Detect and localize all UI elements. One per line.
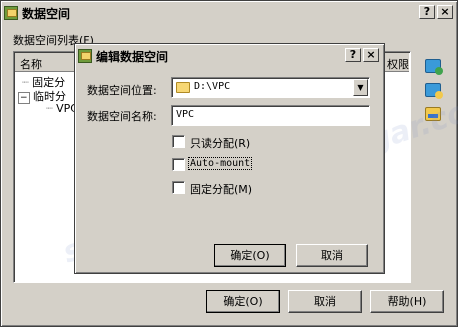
dialog-titlebar: 编辑数据空间 ? × bbox=[78, 47, 381, 65]
dialog-close-button[interactable]: × bbox=[363, 48, 379, 62]
remove-space-icon[interactable] bbox=[425, 107, 441, 121]
dialog-cancel-button[interactable]: 取消 bbox=[296, 244, 368, 267]
dialog-help-button[interactable]: ? bbox=[345, 48, 361, 62]
add-space-icon[interactable] bbox=[425, 59, 443, 75]
edit-dialog: 编辑数据空间 ? × 数据空间位置: D:\VPC ▼ 数据空间名称: VPC … bbox=[74, 43, 385, 274]
dialog-ok-button[interactable]: 确定(O) bbox=[214, 244, 286, 267]
edit-space-icon[interactable] bbox=[425, 83, 443, 99]
name-input[interactable]: VPC bbox=[171, 105, 370, 126]
dialog-title: 编辑数据空间 bbox=[96, 49, 169, 64]
fixed-checkbox[interactable] bbox=[172, 181, 185, 194]
main-help-button[interactable]: 帮助(H) bbox=[370, 290, 444, 313]
main-title: 数据空间 bbox=[22, 6, 71, 21]
help-title-button[interactable]: ? bbox=[419, 5, 435, 19]
main-ok-button[interactable]: 确定(O) bbox=[206, 290, 280, 313]
automount-label[interactable]: Auto-mount bbox=[188, 157, 253, 170]
location-combobox[interactable]: D:\VPC ▼ bbox=[171, 77, 370, 98]
main-titlebar: 数据空间 ? × bbox=[4, 4, 454, 22]
location-label: 数据空间位置: bbox=[87, 84, 157, 97]
chevron-down-icon[interactable]: ▼ bbox=[353, 79, 368, 96]
location-value: D:\VPC bbox=[194, 81, 231, 92]
close-title-button[interactable]: × bbox=[437, 5, 453, 19]
readonly-label[interactable]: 只读分配(R) bbox=[190, 135, 250, 151]
dialog-icon bbox=[78, 49, 92, 63]
col-name-header[interactable]: 名称 bbox=[20, 56, 42, 72]
automount-checkbox[interactable] bbox=[172, 158, 185, 171]
fixed-label[interactable]: 固定分配(M) bbox=[190, 181, 252, 197]
name-value: VPC bbox=[176, 109, 195, 120]
col-perm-header[interactable]: 权限 bbox=[387, 56, 409, 72]
folder-icon bbox=[176, 82, 190, 93]
readonly-checkbox[interactable] bbox=[172, 135, 185, 148]
name-label: 数据空间名称: bbox=[87, 110, 157, 123]
main-cancel-button[interactable]: 取消 bbox=[288, 290, 362, 313]
app-icon bbox=[4, 6, 18, 20]
